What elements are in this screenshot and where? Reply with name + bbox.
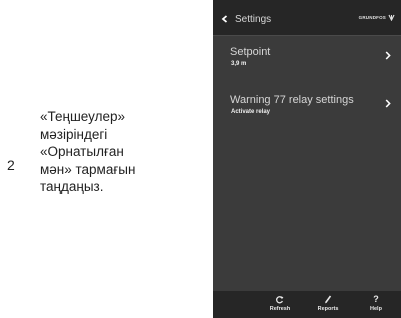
menu-item-title: Warning 77 relay settings [230, 94, 354, 106]
refresh-button[interactable]: Refresh [260, 295, 300, 317]
instruction-line: таңдаңыз. [40, 179, 104, 194]
chevron-left-icon [221, 15, 228, 23]
help-icon: ? [373, 294, 379, 304]
instruction-line: мән» тармағын [40, 161, 136, 177]
pencil-icon [325, 295, 332, 304]
refresh-label: Refresh [269, 306, 291, 312]
reports-label: Reports [317, 306, 339, 312]
menu-item-value: Activate relay [231, 109, 271, 115]
instruction-line: мәзіріндегі [40, 126, 108, 142]
phone-screen: Settings GRUNDFOS Setpoint 3,9 m Warning… [213, 0, 401, 318]
help-label: Help [370, 306, 382, 312]
instruction-text: «Теңшеулер» мәзіріндегі «Орнатылған мән»… [40, 108, 180, 196]
top-bar: Settings GRUNDFOS [213, 0, 401, 36]
instruction-line: «Орнатылған [40, 144, 124, 159]
menu-item-title: Setpoint [230, 46, 271, 58]
brand-mark-icon [388, 14, 395, 21]
page-title: Settings [235, 13, 272, 25]
menu-item-setpoint[interactable]: Setpoint 3,9 m [213, 36, 401, 76]
chevron-right-icon [385, 99, 391, 108]
menu-item-value: 3,9 m [231, 61, 247, 67]
reports-button[interactable]: Reports [308, 295, 348, 317]
help-button[interactable]: ? Help [356, 295, 396, 317]
chevron-right-icon [385, 51, 391, 60]
instruction-line: «Теңшеулер» [40, 109, 126, 124]
back-button[interactable]: Settings [221, 12, 271, 26]
brand-logo: GRUNDFOS [359, 13, 395, 22]
refresh-icon [276, 296, 284, 304]
step-number: 2 [7, 157, 15, 173]
bottom-bar: Refresh Reports ? Help [213, 291, 401, 318]
brand-name: GRUNDFOS [358, 15, 386, 20]
menu-item-warning-relay[interactable]: Warning 77 relay settings Activate relay [213, 84, 401, 124]
